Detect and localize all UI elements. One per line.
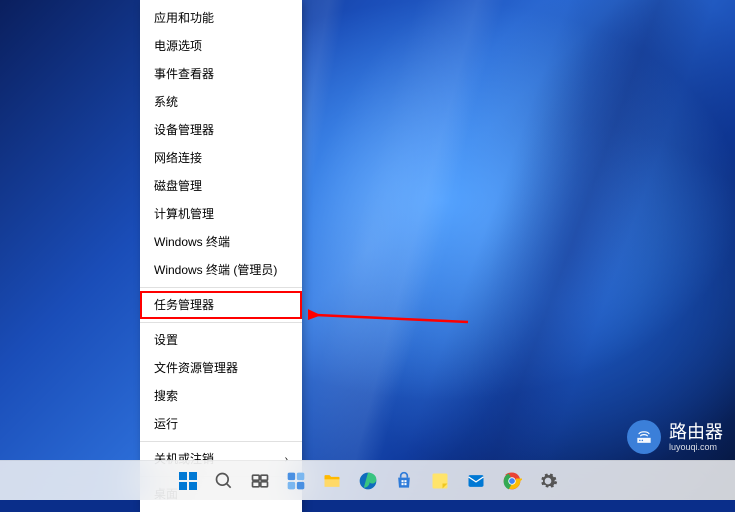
menu-item-power-options[interactable]: 电源选项: [140, 32, 302, 60]
desktop-wallpaper: [0, 0, 735, 500]
router-icon: [627, 420, 661, 454]
start-button[interactable]: [173, 466, 203, 496]
menu-item-network-connections[interactable]: 网络连接: [140, 144, 302, 172]
widgets-icon[interactable]: [281, 466, 311, 496]
menu-item-settings[interactable]: 设置: [140, 326, 302, 354]
taskbar: [0, 460, 735, 500]
menu-item-file-explorer[interactable]: 文件资源管理器: [140, 354, 302, 382]
menu-divider: [140, 287, 302, 288]
menu-item-search[interactable]: 搜索: [140, 382, 302, 410]
mail-icon[interactable]: [461, 466, 491, 496]
edge-icon[interactable]: [353, 466, 383, 496]
chrome-icon[interactable]: [497, 466, 527, 496]
watermark: 路由器 luyouqi.com: [627, 420, 723, 454]
file-explorer-icon[interactable]: [317, 466, 347, 496]
stickies-icon[interactable]: [425, 466, 455, 496]
menu-item-apps-features[interactable]: 应用和功能: [140, 4, 302, 32]
task-view-icon[interactable]: [245, 466, 275, 496]
menu-item-disk-management[interactable]: 磁盘管理: [140, 172, 302, 200]
menu-item-task-manager[interactable]: 任务管理器: [140, 291, 302, 319]
menu-item-event-viewer[interactable]: 事件查看器: [140, 60, 302, 88]
menu-divider: [140, 322, 302, 323]
winx-context-menu: 应用和功能 电源选项 事件查看器 系统 设备管理器 网络连接 磁盘管理 计算机管…: [140, 0, 302, 512]
menu-item-system[interactable]: 系统: [140, 88, 302, 116]
store-icon[interactable]: [389, 466, 419, 496]
search-icon[interactable]: [209, 466, 239, 496]
menu-divider: [140, 441, 302, 442]
menu-item-windows-terminal-admin[interactable]: Windows 终端 (管理员): [140, 256, 302, 284]
watermark-title: 路由器: [669, 423, 723, 441]
settings-icon[interactable]: [533, 466, 563, 496]
watermark-sub: luyouqi.com: [669, 443, 723, 452]
menu-item-run[interactable]: 运行: [140, 410, 302, 438]
menu-item-device-manager[interactable]: 设备管理器: [140, 116, 302, 144]
menu-item-computer-management[interactable]: 计算机管理: [140, 200, 302, 228]
menu-item-windows-terminal[interactable]: Windows 终端: [140, 228, 302, 256]
